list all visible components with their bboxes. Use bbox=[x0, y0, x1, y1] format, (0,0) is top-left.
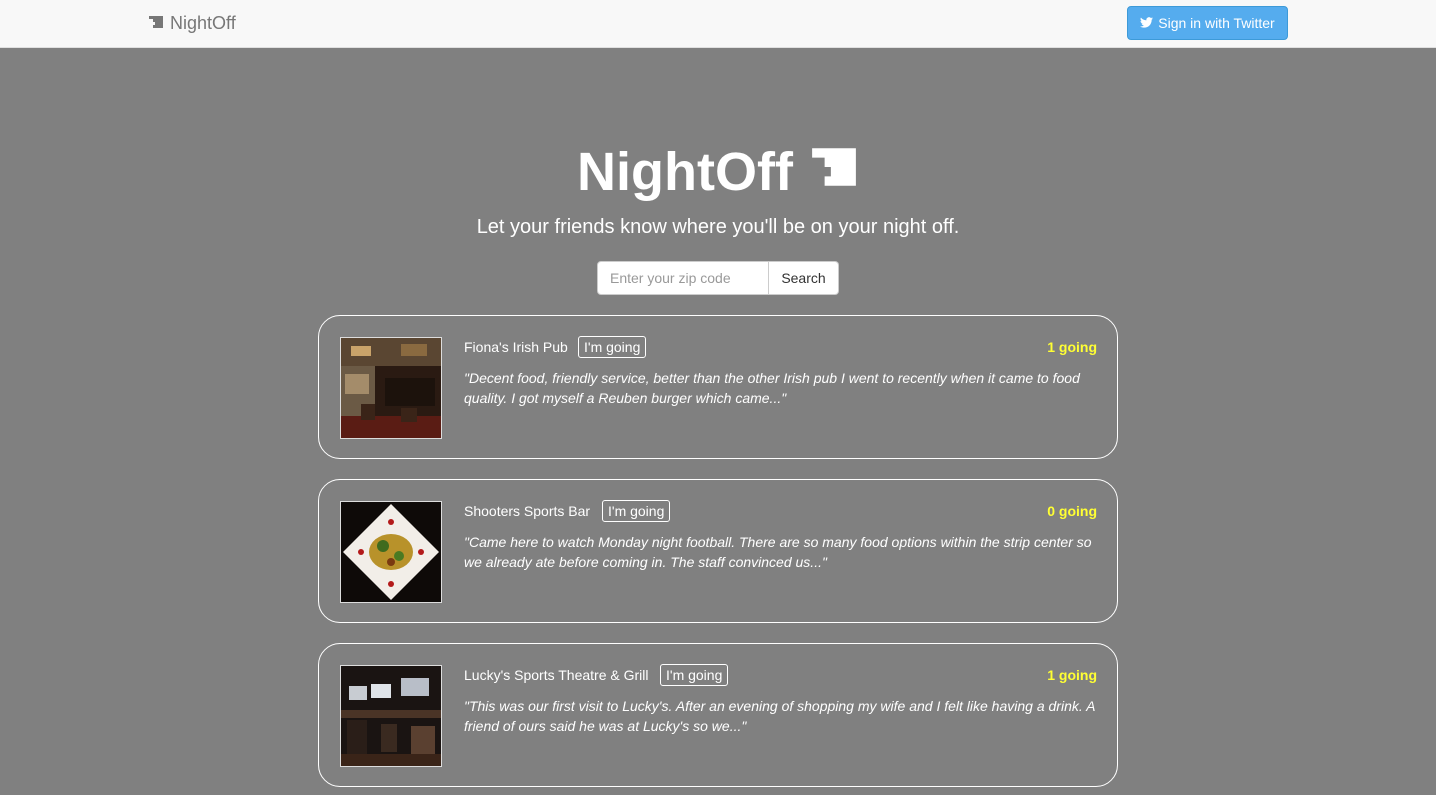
navbar-brand[interactable]: NightOff bbox=[148, 12, 236, 34]
going-count: 0 going bbox=[1047, 503, 1097, 519]
page-subtitle: Let your friends know where you'll be on… bbox=[476, 216, 960, 238]
im-going-button[interactable]: I'm going bbox=[578, 336, 647, 358]
venue-review: "This was our first visit to Lucky's. Af… bbox=[464, 698, 1095, 734]
twitter-bird-icon bbox=[1140, 15, 1154, 31]
venue-card: Fiona's Irish Pub I'm going 1 going "Dec… bbox=[318, 315, 1118, 459]
venue-photo bbox=[340, 501, 442, 603]
hero-title-text: NightOff bbox=[577, 142, 793, 202]
venue-review: "Decent food, friendly service, better t… bbox=[464, 370, 1080, 406]
search-button[interactable]: Search bbox=[769, 261, 839, 295]
venue-review: "Came here to watch Monday night footbal… bbox=[464, 534, 1092, 570]
venue-name[interactable]: Shooters Sports Bar bbox=[464, 502, 590, 520]
sign-in-label: Sign in with Twitter bbox=[1158, 15, 1275, 31]
im-going-button[interactable]: I'm going bbox=[602, 500, 671, 522]
venue-card: Lucky's Sports Theatre & Grill I'm going… bbox=[318, 643, 1118, 787]
zip-code-input[interactable] bbox=[597, 261, 769, 295]
navbar: NightOff Sign in with Twitter bbox=[0, 0, 1436, 48]
im-going-button[interactable]: I'm going bbox=[660, 664, 729, 686]
venue-name[interactable]: Lucky's Sports Theatre & Grill bbox=[464, 666, 648, 684]
venue-name[interactable]: Fiona's Irish Pub bbox=[464, 338, 568, 356]
ticket-icon bbox=[148, 13, 164, 34]
brand-label: NightOff bbox=[170, 12, 236, 33]
search-form: Search bbox=[597, 261, 839, 295]
page-title: NightOff bbox=[0, 140, 1436, 204]
ticket-icon bbox=[809, 140, 859, 204]
venue-card: Shooters Sports Bar I'm going 0 going "C… bbox=[318, 479, 1118, 623]
going-count: 1 going bbox=[1047, 667, 1097, 683]
going-count: 1 going bbox=[1047, 339, 1097, 355]
venue-photo bbox=[340, 665, 442, 767]
sign-in-with-twitter-button[interactable]: Sign in with Twitter bbox=[1127, 6, 1288, 40]
venue-photo bbox=[340, 337, 442, 439]
